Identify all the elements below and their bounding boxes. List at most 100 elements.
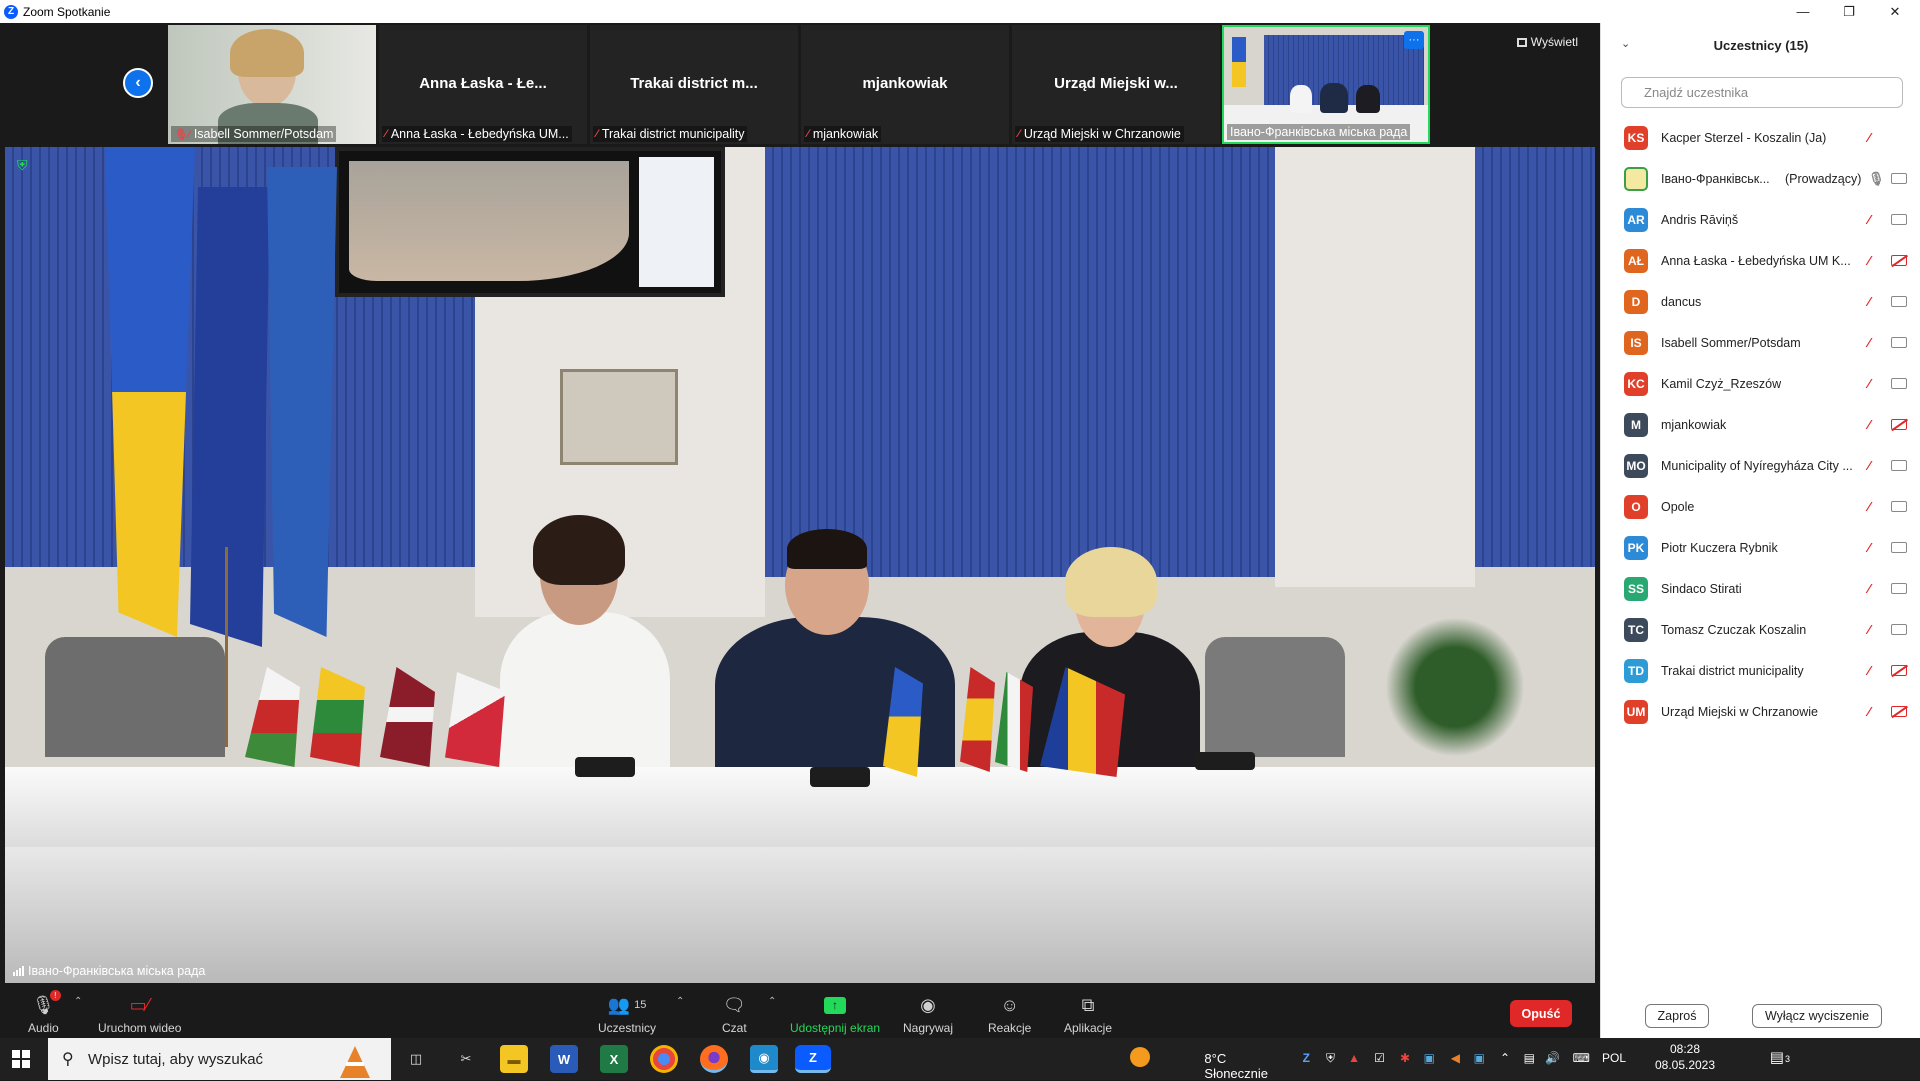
participants-button[interactable]: 👥 15 Uczestnicy — [598, 992, 656, 1036]
video-camera-icon[interactable] — [1891, 296, 1907, 307]
muted-mic-icon[interactable]: ∕ — [1868, 622, 1870, 637]
participant-row[interactable]: UM Urząd Miejski w Chrzanowie ∕ — [1601, 691, 1920, 732]
muted-mic-icon[interactable]: ∕ — [1868, 335, 1870, 350]
participant-row[interactable]: AR Andris Rāviņš ∕ — [1601, 199, 1920, 240]
unmute-all-button[interactable]: Wyłącz wyciszenie — [1752, 1004, 1882, 1028]
excel-icon[interactable]: X — [600, 1045, 628, 1073]
record-button[interactable]: ◉ Nagrywaj — [903, 992, 953, 1036]
chat-options-caret-icon[interactable]: ⌃ — [768, 996, 776, 1007]
messenger-app-icon[interactable]: ◉ — [750, 1045, 778, 1073]
participant-row[interactable]: O Opole ∕ — [1601, 486, 1920, 527]
muted-mic-icon[interactable]: ∕ — [1868, 130, 1870, 145]
task-view-icon[interactable]: ◫ — [402, 1045, 430, 1073]
file-explorer-icon[interactable]: ▬ — [500, 1045, 528, 1073]
show-hidden-icons-chevron-icon[interactable]: ⌃ — [1500, 1051, 1510, 1065]
video-off-icon[interactable] — [1891, 419, 1907, 430]
zoom-tray-icon[interactable]: Z — [1303, 1051, 1310, 1065]
participant-row[interactable]: TC Tomasz Czuczak Koszalin ∕ — [1601, 609, 1920, 650]
apps-button[interactable]: ⧉ Aplikacje — [1064, 992, 1112, 1036]
tray-app-icon[interactable]: ▣ — [1474, 1051, 1485, 1065]
participant-tile[interactable]: Urząd Miejski w... ⁄ Urząd Miejski w Chrz… — [1012, 25, 1220, 144]
video-camera-icon[interactable] — [1891, 214, 1907, 225]
close-button[interactable]: ✕ — [1872, 0, 1918, 23]
network-icon[interactable]: ▤ — [1524, 1051, 1535, 1065]
volume-icon[interactable]: 🔊 — [1545, 1051, 1560, 1065]
more-options-button[interactable]: ··· — [1404, 31, 1424, 49]
participant-tile[interactable]: Trakai district m... ⁄ Trakai district mu… — [590, 25, 798, 144]
video-off-icon[interactable] — [1891, 706, 1907, 717]
tray-app-icon[interactable]: ▣ — [1424, 1051, 1435, 1065]
clock[interactable]: 08:28 08.05.2023 — [1650, 1042, 1720, 1072]
participant-row[interactable]: SS Sindaco Stirati ∕ — [1601, 568, 1920, 609]
snipping-tool-icon[interactable]: ✂ — [452, 1045, 480, 1073]
muted-mic-icon[interactable]: ∕ — [1868, 663, 1870, 678]
firefox-icon[interactable] — [700, 1045, 728, 1073]
tray-app-icon[interactable]: ☑ — [1374, 1051, 1385, 1065]
participant-row[interactable]: Ddancus ∕ — [1601, 281, 1920, 322]
participant-row[interactable]: MO Municipality of Nyíregyháza City ... ∕ — [1601, 445, 1920, 486]
muted-mic-icon[interactable]: ∕ — [1868, 540, 1870, 555]
start-video-button[interactable]: ▭⁄ Uruchom wideo — [98, 992, 181, 1036]
security-tray-icon[interactable]: ⛨ — [1326, 1051, 1335, 1066]
participant-row[interactable]: KC Kamil Czyż_Rzeszów ∕ — [1601, 363, 1920, 404]
muted-mic-icon[interactable]: ∕ — [1868, 499, 1870, 514]
participant-row[interactable]: AŁ Anna Łaska - Łebedyńska UM K... ∕ — [1601, 240, 1920, 281]
video-camera-icon[interactable] — [1891, 378, 1907, 389]
word-icon[interactable]: W — [550, 1045, 578, 1073]
video-camera-icon[interactable] — [1891, 460, 1907, 471]
muted-mic-icon[interactable]: ∕ — [1868, 581, 1870, 596]
zoom-taskbar-icon[interactable]: Z — [795, 1045, 831, 1073]
leave-button[interactable]: Opuść — [1510, 1000, 1572, 1027]
video-camera-icon[interactable] — [1891, 501, 1907, 512]
input-language[interactable]: POL — [1602, 1051, 1626, 1065]
chrome-icon[interactable] — [650, 1045, 678, 1073]
weather-text[interactable]: 8°C Słonecznie — [1204, 1051, 1268, 1081]
video-camera-icon[interactable] — [1891, 542, 1907, 553]
invite-button[interactable]: Zaproś — [1645, 1004, 1709, 1028]
video-camera-icon[interactable] — [1891, 337, 1907, 348]
participant-row[interactable]: Mmjankowiak ∕ — [1601, 404, 1920, 445]
participant-row[interactable]: Івано-Франківськ... (Prowadzący) 🎙 — [1601, 158, 1920, 199]
participant-tile-active-speaker[interactable]: ··· Івано-Франківська міська рада — [1222, 25, 1430, 144]
pdf-tray-icon[interactable]: ▲ — [1348, 1051, 1360, 1065]
muted-mic-icon[interactable]: ∕ — [1868, 253, 1870, 268]
windows-start-icon[interactable] — [12, 1050, 30, 1068]
participants-options-caret-icon[interactable]: ⌃ — [676, 996, 684, 1007]
video-off-icon[interactable] — [1891, 255, 1907, 266]
participant-search-input[interactable] — [1621, 77, 1903, 108]
video-camera-icon[interactable] — [1891, 624, 1907, 635]
view-button[interactable]: Wyświetl — [1516, 35, 1578, 49]
muted-mic-icon[interactable]: ∕ — [1868, 376, 1870, 391]
participants-panel-title: Uczestnicy (15) — [1713, 37, 1809, 53]
reactions-button[interactable]: ☺ Reakcje — [988, 992, 1031, 1036]
participant-tile[interactable]: Anna Łaska - Łe... ⁄ Anna Łaska - Łebedyń… — [379, 25, 587, 144]
active-speaker-label: Івано-Франківська міська рада — [13, 964, 205, 978]
muted-mic-icon[interactable]: ∕ — [1868, 417, 1870, 432]
tray-app-icon[interactable]: ◀ — [1451, 1051, 1460, 1065]
participant-row[interactable]: IS Isabell Sommer/Potsdam ∕ — [1601, 322, 1920, 363]
encryption-shield-icon[interactable]: ⛨ — [17, 157, 33, 175]
audio-options-caret-icon[interactable]: ⌃ — [74, 996, 82, 1007]
video-camera-icon[interactable] — [1891, 173, 1907, 184]
chat-button[interactable]: 🗨 Czat — [722, 992, 747, 1036]
participant-row[interactable]: TD Trakai district municipality ∕ — [1601, 650, 1920, 691]
participant-row[interactable]: KS Kacper Sterzel - Koszalin (Ja) ∕ — [1601, 117, 1920, 158]
muted-mic-icon[interactable]: ∕ — [1868, 212, 1870, 227]
video-camera-icon[interactable] — [1891, 583, 1907, 594]
muted-mic-icon[interactable]: ∕ — [1868, 704, 1870, 719]
participant-tile[interactable]: 🎙⁄ Isabell Sommer/Potsdam — [168, 25, 376, 144]
muted-mic-icon[interactable]: ∕ — [1868, 458, 1870, 473]
participant-row[interactable]: PK Piotr Kuczera Rybnik ∕ — [1601, 527, 1920, 568]
restore-button[interactable]: ❐ — [1826, 0, 1872, 23]
audio-button[interactable]: 🎙! Audio — [28, 990, 61, 1035]
microphone-icon[interactable]: 🎙 — [1868, 171, 1885, 187]
video-off-icon[interactable] — [1891, 665, 1907, 676]
previous-page-button[interactable]: ‹ — [123, 68, 153, 98]
participant-tile[interactable]: mjankowiak ⁄ mjankowiak — [801, 25, 1009, 144]
minimize-button[interactable]: — — [1780, 0, 1826, 23]
tray-app-icon[interactable]: ✱ — [1400, 1051, 1410, 1065]
notifications-icon[interactable]: ▤3 — [1770, 1048, 1790, 1066]
muted-mic-icon[interactable]: ∕ — [1868, 294, 1870, 309]
keyboard-icon[interactable]: ⌨ — [1573, 1051, 1590, 1065]
share-screen-button[interactable]: ↑ Udostępnij ekran — [790, 992, 880, 1035]
